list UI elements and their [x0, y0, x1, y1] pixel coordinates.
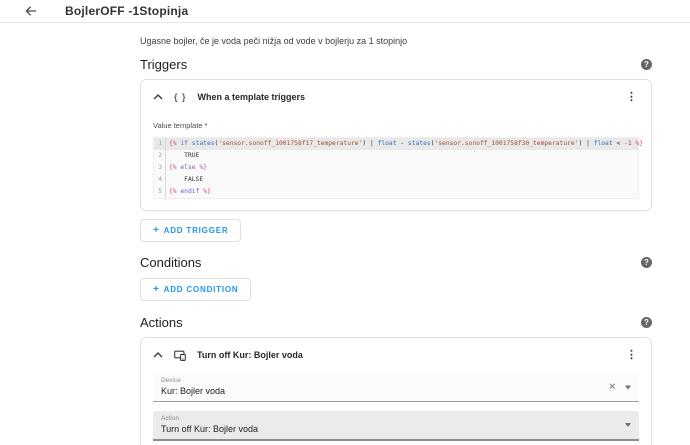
conditions-help-icon[interactable]: ? — [641, 257, 652, 268]
actions-section-header: Actions ? — [140, 315, 652, 330]
code-line: 5 {% endif %} — [154, 186, 638, 198]
app-header: BojlerOFF -1Stopinja — [0, 0, 690, 23]
device-field[interactable]: Device Kur: Bojler voda ✕ — [153, 373, 639, 402]
code-line: 4 FALSE — [154, 174, 638, 186]
action-card: Turn off Kur: Bojler voda ⋮ Device Kur: … — [140, 337, 652, 445]
line-number: 2 — [154, 150, 166, 162]
template-trigger-icon: { } — [174, 92, 187, 102]
device-field-label: Device — [161, 377, 181, 384]
line-number: 5 — [154, 186, 166, 198]
add-trigger-button[interactable]: + ADD TRIGGER — [140, 219, 242, 242]
action-card-title: Turn off Kur: Bojler voda — [197, 350, 303, 360]
trigger-card: { } When a template triggers ⋮ Value tem… — [140, 79, 652, 211]
plus-icon: + — [153, 224, 160, 236]
actions-help-icon[interactable]: ? — [641, 317, 652, 328]
line-number: 1 — [154, 138, 166, 150]
trigger-card-title: When a template triggers — [197, 92, 306, 102]
action-card-header: Turn off Kur: Bojler voda ⋮ — [153, 347, 639, 363]
triggers-heading: Triggers — [140, 57, 188, 72]
add-trigger-label: ADD TRIGGER — [163, 226, 229, 235]
collapse-chevron-icon[interactable] — [153, 92, 163, 102]
add-condition-button[interactable]: + ADD CONDITION — [140, 278, 252, 301]
clear-icon[interactable]: ✕ — [608, 382, 616, 392]
action-field-label: Action — [161, 415, 180, 422]
dropdown-caret-icon[interactable] — [625, 423, 631, 427]
conditions-section-header: Conditions ? — [140, 255, 652, 270]
collapse-chevron-icon[interactable] — [153, 350, 163, 360]
automation-editor: Ugasne bojler, če je voda peči nižja od … — [0, 36, 690, 445]
automation-description: Ugasne bojler, če je voda peči nižja od … — [140, 36, 408, 46]
value-template-label: Value template * — [153, 121, 208, 130]
arrow-left-icon — [25, 6, 36, 16]
code-line: 1 {% if states('sensor.sonoff_1001758f17_… — [154, 138, 643, 150]
value-template-editor[interactable]: 1 {% if states('sensor.sonoff_1001758f17_… — [153, 137, 643, 199]
conditions-heading: Conditions — [140, 255, 202, 270]
device-field-value: Kur: Bojler voda — [161, 386, 226, 396]
code-line: 3 {% else %} — [154, 162, 638, 174]
devices-icon — [174, 350, 186, 361]
triggers-help-icon[interactable]: ? — [641, 59, 652, 70]
add-condition-label: ADD CONDITION — [163, 285, 239, 294]
line-number: 4 — [154, 174, 166, 186]
actions-heading: Actions — [140, 315, 183, 330]
trigger-overflow-menu-icon[interactable]: ⋮ — [624, 92, 639, 103]
page-title: BojlerOFF -1Stopinja — [65, 4, 189, 18]
code-line: 2 TRUE — [154, 150, 638, 162]
action-field-value: Turn off Kur: Bojler voda — [161, 424, 259, 434]
plus-icon: + — [153, 283, 160, 295]
action-select-field[interactable]: Action Turn off Kur: Bojler voda — [153, 411, 639, 441]
triggers-section-header: Triggers ? — [140, 57, 652, 72]
dropdown-caret-icon[interactable] — [625, 385, 631, 389]
trigger-card-header: { } When a template triggers ⋮ — [153, 89, 639, 105]
action-overflow-menu-icon[interactable]: ⋮ — [624, 350, 639, 361]
line-number: 3 — [154, 162, 166, 174]
back-button[interactable] — [24, 4, 38, 18]
